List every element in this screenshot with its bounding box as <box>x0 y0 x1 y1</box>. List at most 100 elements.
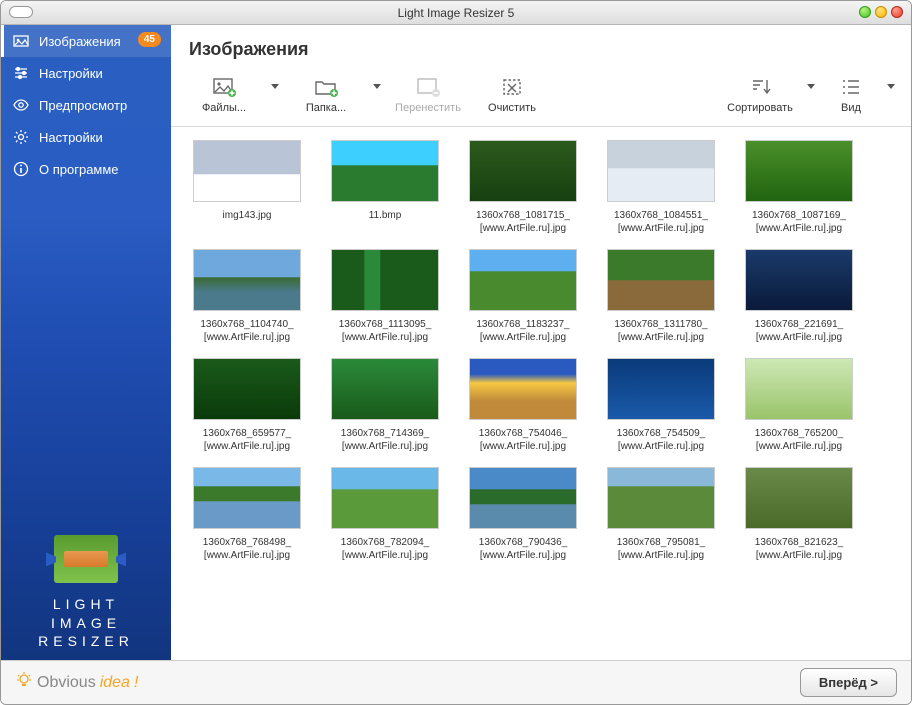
sidebar-item-label: О программе <box>39 162 119 177</box>
vendor-text-a: Obvious <box>37 674 96 692</box>
page-title: Изображения <box>171 25 911 68</box>
sidebar-item-preview[interactable]: Предпросмотр <box>1 89 171 121</box>
thumbnail-filename: 1360x768_1113095_ [www.ArtFile.ru].jpg <box>323 319 447 344</box>
sidebar-item-label: Предпросмотр <box>39 98 127 113</box>
sidebar-item-about[interactable]: О программе <box>1 153 171 185</box>
thumbnail-image[interactable] <box>193 467 301 529</box>
thumbnail-cell: 1360x768_714369_ [www.ArtFile.ru].jpg <box>321 358 449 453</box>
thumbnail-cell: 1360x768_221691_ [www.ArtFile.ru].jpg <box>735 249 863 344</box>
thumbnail-filename: 1360x768_1104740_ [www.ArtFile.ru].jpg <box>185 319 309 344</box>
move-button: Перенестить <box>389 72 467 118</box>
thumbnail-image[interactable] <box>745 467 853 529</box>
folder-add-icon <box>313 76 339 98</box>
vendor-text-b: idea <box>100 674 130 692</box>
thumbnail-cell: 11.bmp <box>321 140 449 235</box>
images-icon <box>13 33 29 49</box>
toolbar-label: Файлы... <box>202 102 246 114</box>
toolbar-label: Очистить <box>488 102 536 114</box>
thumbnail-cell: 1360x768_1113095_ [www.ArtFile.ru].jpg <box>321 249 449 344</box>
thumbnail-grid: img143.jpg11.bmp1360x768_1081715_ [www.A… <box>183 140 901 562</box>
minimize-button[interactable] <box>859 6 871 18</box>
thumbnail-image[interactable] <box>745 358 853 420</box>
thumbnail-image[interactable] <box>469 358 577 420</box>
maximize-button[interactable] <box>875 6 887 18</box>
body: Изображения 45 Настройки Предпросмотр <box>1 25 911 660</box>
vendor-logo[interactable]: Obviousidea! <box>15 671 138 694</box>
view-button[interactable]: Вид <box>823 72 879 118</box>
clear-button[interactable]: Очистить <box>473 72 551 118</box>
thumbnail-image[interactable] <box>331 249 439 311</box>
titlebar-pill <box>9 6 33 18</box>
next-button[interactable]: Вперёд > <box>800 668 897 697</box>
move-icon <box>415 76 441 98</box>
add-folder-dropdown[interactable] <box>371 72 383 89</box>
sort-dropdown[interactable] <box>805 72 817 89</box>
thumbnail-image[interactable] <box>607 140 715 202</box>
sidebar-item-label: Настройки <box>39 130 103 145</box>
sidebar-item-options[interactable]: Настройки <box>1 121 171 153</box>
add-files-dropdown[interactable] <box>269 72 281 89</box>
thumbnail-filename: 1360x768_1183237_ [www.ArtFile.ru].jpg <box>461 319 585 344</box>
thumbnail-image[interactable] <box>745 140 853 202</box>
thumbnail-scroll[interactable]: img143.jpg11.bmp1360x768_1081715_ [www.A… <box>171 128 911 660</box>
thumbnail-cell: 1360x768_768498_ [www.ArtFile.ru].jpg <box>183 467 311 562</box>
sort-icon <box>747 76 773 98</box>
vendor-text-c: ! <box>134 674 138 692</box>
thumbnail-cell: 1360x768_1084551_ [www.ArtFile.ru].jpg <box>597 140 725 235</box>
thumbnail-cell: 1360x768_754046_ [www.ArtFile.ru].jpg <box>459 358 587 453</box>
info-icon <box>13 161 29 177</box>
window-controls <box>859 6 903 18</box>
thumbnail-cell: 1360x768_1183237_ [www.ArtFile.ru].jpg <box>459 249 587 344</box>
thumbnail-image[interactable] <box>193 358 301 420</box>
logo-line3: RESIZER <box>11 632 161 650</box>
thumbnail-cell: 1360x768_790436_ [www.ArtFile.ru].jpg <box>459 467 587 562</box>
app-logo-text: LIGHT IMAGE RESIZER <box>11 595 161 650</box>
thumbnail-filename: 1360x768_659577_ [www.ArtFile.ru].jpg <box>185 428 309 453</box>
view-dropdown[interactable] <box>885 72 897 89</box>
titlebar: Light Image Resizer 5 <box>1 1 911 25</box>
sidebar-logo: LIGHT IMAGE RESIZER <box>1 525 171 660</box>
sidebar-item-images[interactable]: Изображения 45 <box>1 25 171 57</box>
sidebar-item-label: Изображения <box>39 34 121 49</box>
thumbnail-image[interactable] <box>331 140 439 202</box>
thumbnail-cell: img143.jpg <box>183 140 311 235</box>
thumbnail-filename: 11.bmp <box>323 210 447 234</box>
thumbnail-image[interactable] <box>331 467 439 529</box>
footer: Obviousidea! Вперёд > <box>1 660 911 704</box>
add-folder-button[interactable]: Папка... <box>287 72 365 118</box>
logo-line1: LIGHT <box>11 595 161 613</box>
thumbnail-filename: 1360x768_795081_ [www.ArtFile.ru].jpg <box>599 537 723 562</box>
thumbnail-image[interactable] <box>607 467 715 529</box>
thumbnail-cell: 1360x768_782094_ [www.ArtFile.ru].jpg <box>321 467 449 562</box>
thumbnail-image[interactable] <box>607 249 715 311</box>
thumbnail-filename: 1360x768_782094_ [www.ArtFile.ru].jpg <box>323 537 447 562</box>
thumbnail-image[interactable] <box>193 249 301 311</box>
thumbnail-image[interactable] <box>607 358 715 420</box>
sidebar-spacer <box>1 185 171 525</box>
thumbnail-cell: 1360x768_1087169_ [www.ArtFile.ru].jpg <box>735 140 863 235</box>
thumbnail-image[interactable] <box>745 249 853 311</box>
add-files-button[interactable]: Файлы... <box>185 72 263 118</box>
thumbnail-filename: 1360x768_790436_ [www.ArtFile.ru].jpg <box>461 537 585 562</box>
toolbar-label: Папка... <box>306 102 346 114</box>
thumbnail-image[interactable] <box>331 358 439 420</box>
image-count-badge: 45 <box>138 32 161 47</box>
thumbnail-cell: 1360x768_765200_ [www.ArtFile.ru].jpg <box>735 358 863 453</box>
sort-button[interactable]: Сортировать <box>721 72 799 118</box>
app-logo-icon <box>54 535 118 583</box>
file-add-icon <box>211 76 237 98</box>
thumbnail-cell: 1360x768_659577_ [www.ArtFile.ru].jpg <box>183 358 311 453</box>
close-button[interactable] <box>891 6 903 18</box>
thumbnail-filename: 1360x768_714369_ [www.ArtFile.ru].jpg <box>323 428 447 453</box>
window-title: Light Image Resizer 5 <box>398 6 515 20</box>
sliders-icon <box>13 65 29 81</box>
thumbnail-image[interactable] <box>469 140 577 202</box>
app-window: Light Image Resizer 5 Изображения 45 Нас… <box>0 0 912 705</box>
thumbnail-image[interactable] <box>469 467 577 529</box>
toolbar-label: Перенестить <box>395 102 461 114</box>
thumbnail-image[interactable] <box>193 140 301 202</box>
sidebar-item-settings[interactable]: Настройки <box>1 57 171 89</box>
thumbnail-filename: 1360x768_768498_ [www.ArtFile.ru].jpg <box>185 537 309 562</box>
thumbnail-area: img143.jpg11.bmp1360x768_1081715_ [www.A… <box>171 127 911 660</box>
thumbnail-image[interactable] <box>469 249 577 311</box>
